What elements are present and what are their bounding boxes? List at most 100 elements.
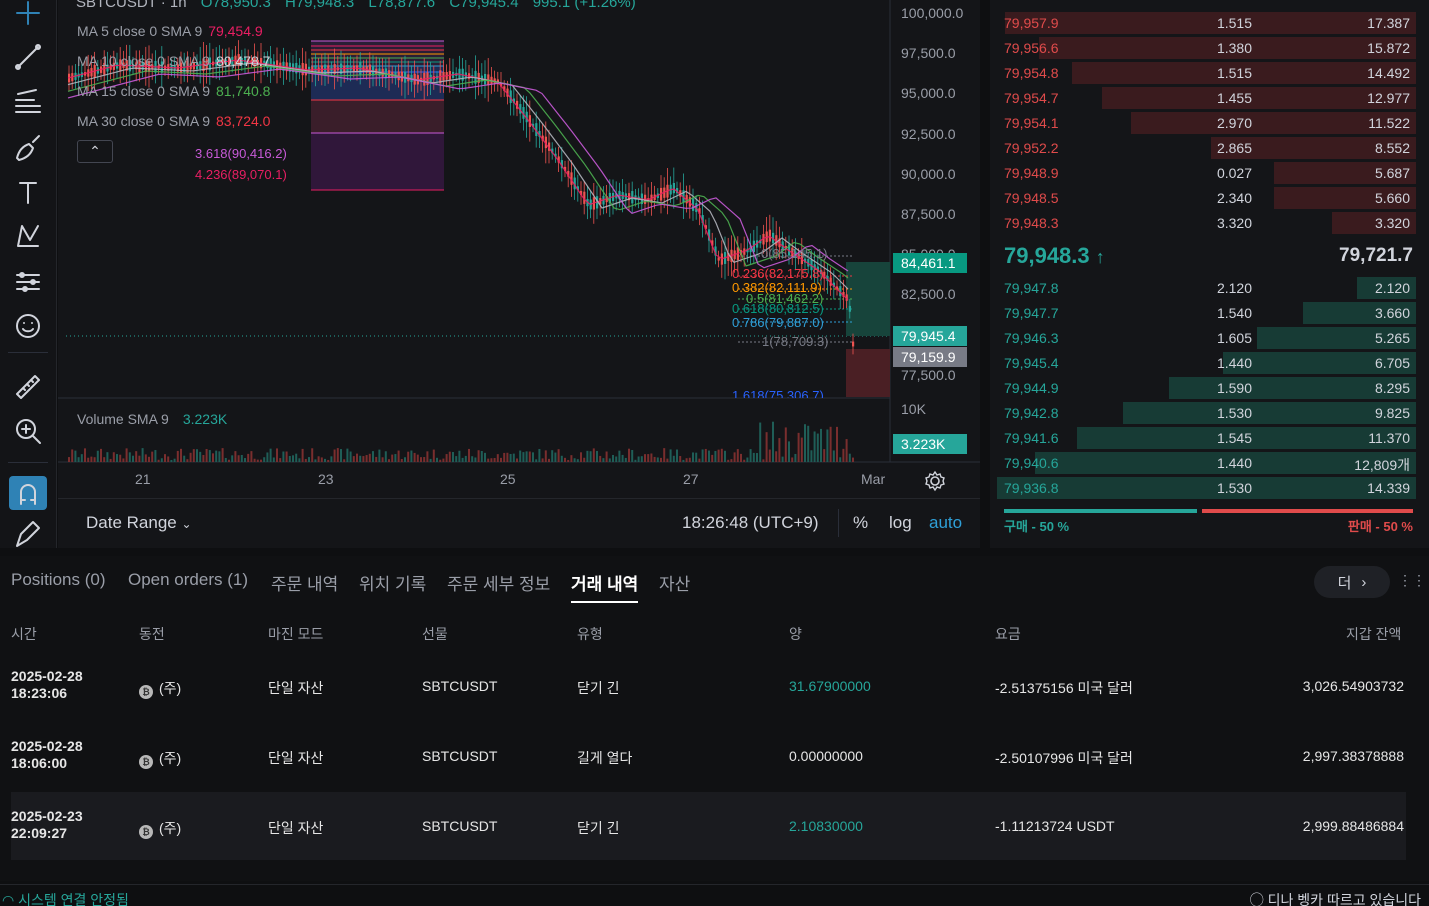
trade-fee: -1.11213724 USDT <box>995 818 1115 834</box>
trendline-icon[interactable] <box>9 40 47 74</box>
ask-row[interactable]: 79,948.9 0.027 5.687 <box>997 161 1416 185</box>
tab-open-orders[interactable]: Open orders (1) <box>128 570 248 590</box>
volume-bar <box>759 422 762 462</box>
volume-bar <box>663 448 666 462</box>
volume-bar <box>829 426 832 462</box>
volume-legend[interactable]: Volume SMA 9 3.223K <box>77 411 227 427</box>
ask-row[interactable]: 79,957.9 1.515 17.387 <box>997 11 1416 35</box>
ask-row[interactable]: 79,956.6 1.380 15.872 <box>997 36 1416 60</box>
trade-coin: ₿ (주) <box>139 818 181 839</box>
ask-qty: 1.455 <box>1216 90 1252 106</box>
volume-bar <box>810 450 813 462</box>
ohlc-open: O78,950.3 <box>200 0 271 11</box>
price-axis-label: 97,500.0 <box>901 45 956 61</box>
ruler-icon[interactable] <box>9 370 47 404</box>
bid-row[interactable]: 79,947.7 1.540 3.660 <box>997 301 1416 325</box>
bid-row[interactable]: 79,945.4 1.440 6.705 <box>997 351 1416 375</box>
connection-status[interactable]: ◠ 시스템 연결 안정됨 <box>2 890 129 906</box>
volume-bar <box>112 452 115 462</box>
forecast-icon[interactable] <box>9 265 47 299</box>
ask-row[interactable]: 79,948.5 2.340 5.660 <box>997 186 1416 210</box>
col-header-balance: 지갑 잔액 <box>1346 626 1402 642</box>
tab-order-history[interactable]: 주문 내역 <box>271 570 338 595</box>
tab-trade-history[interactable]: 거래 내역 <box>571 570 639 603</box>
table-row[interactable]: 2025-02-28 18:06:00 ₿ (주) 단일 자산 SBTCUSDT 길게 열다… <box>11 722 1406 790</box>
volume-bar <box>436 457 438 462</box>
bid-row[interactable]: 79,942.8 1.530 9.825 <box>997 401 1416 425</box>
ask-row[interactable]: 79,948.3 3.320 3.320 <box>997 211 1416 235</box>
tab-order-details[interactable]: 주문 세부 정보 <box>447 570 550 595</box>
toolbar-divider <box>8 462 48 463</box>
volume-bar <box>160 458 163 462</box>
status-right[interactable]: ◯ 디나 벵카 따르고 있습니다 <box>1250 890 1421 906</box>
bid-row[interactable]: 79,936.8 1.530 14.339 <box>997 476 1416 500</box>
table-row[interactable]: 2025-02-23 22:09:27 ₿ (주) 단일 자산 SBTCUSDT 닫기 긴 2… <box>11 792 1406 860</box>
drag-handle-icon[interactable]: ⋮⋮ <box>1398 572 1426 589</box>
volume-bar <box>535 459 538 462</box>
ask-row[interactable]: 79,954.7 1.455 12.977 <box>997 86 1416 110</box>
ma-legend-15[interactable]: MA 15 close 0 SMA 9 81,740.8 <box>77 83 270 99</box>
ask-row[interactable]: 79,952.2 2.865 8.552 <box>997 136 1416 160</box>
volume-bar <box>215 450 218 462</box>
chart-clock[interactable]: 18:26:48 (UTC+9) <box>682 513 819 533</box>
bid-row[interactable]: 79,947.8 2.120 2.120 <box>997 276 1416 300</box>
chevron-down-icon: ⌄ <box>181 517 192 531</box>
col-header-coin: 동전 <box>139 626 165 642</box>
volume-bar <box>823 449 826 462</box>
bid-row[interactable]: 79,940.6 1.440 12,809개 <box>997 451 1416 475</box>
col-header-symbol: 선물 <box>422 626 448 642</box>
bid-row[interactable]: 79,941.6 1.545 11.370 <box>997 426 1416 450</box>
fib-label: 0.786(79,887.0) <box>732 315 824 330</box>
tab-assets[interactable]: 자산 <box>659 570 690 595</box>
volume-bar <box>301 448 304 462</box>
volume-bar <box>224 457 227 462</box>
volume-bar <box>519 450 522 462</box>
volume-bar <box>532 452 534 462</box>
collapse-legend-button[interactable]: ⌃ <box>77 140 113 163</box>
volume-bar <box>173 458 176 462</box>
volume-bar <box>695 452 698 462</box>
magnet-icon[interactable] <box>9 476 47 510</box>
tab-position-history[interactable]: 위치 기록 <box>359 570 426 595</box>
ma-legend-10[interactable]: MA 10 close 0 SMA 9 80,478.7 <box>77 53 270 69</box>
bid-total: 12,809개 <box>1354 457 1410 473</box>
log-scale-button[interactable]: log <box>889 513 912 533</box>
volume-bar <box>791 457 794 462</box>
volume-bar <box>551 450 554 462</box>
percent-scale-button[interactable]: % <box>853 513 868 533</box>
volume-bar <box>852 457 854 462</box>
ask-price: 79,957.9 <box>1004 15 1059 31</box>
volume-bar <box>845 439 848 462</box>
ma-legend-30[interactable]: MA 30 close 0 SMA 9 83,724.0 <box>77 113 270 129</box>
volume-bar <box>320 457 323 462</box>
symbol-title[interactable]: SBTCUSDT · 1h <box>76 0 187 11</box>
volume-bar <box>692 452 694 462</box>
table-row[interactable]: 2025-02-28 18:23:06 ₿ (주) 단일 자산 SBTCUSDT 닫기 긴 3… <box>11 652 1406 720</box>
text-icon[interactable] <box>9 175 47 209</box>
pencil-lock-icon[interactable] <box>9 518 47 552</box>
volume-bar <box>199 451 202 462</box>
volume-bar <box>743 459 746 462</box>
ask-row[interactable]: 79,954.8 1.515 14.492 <box>997 61 1416 85</box>
gear-icon[interactable] <box>924 470 946 492</box>
volume-bar <box>292 455 294 462</box>
price-chart[interactable]: SBTCUSDT · 1h O78,950.3 H79,948.3 L78,87… <box>58 0 980 548</box>
pattern-icon[interactable] <box>9 219 47 253</box>
fib-icon[interactable] <box>9 84 47 118</box>
date-range-button[interactable]: Date Range ⌄ <box>86 513 192 533</box>
zoom-in-icon[interactable] <box>9 414 47 448</box>
bid-row[interactable]: 79,944.9 1.590 8.295 <box>997 376 1416 400</box>
auto-scale-button[interactable]: auto <box>929 513 962 533</box>
ask-row[interactable]: 79,954.1 2.970 11.522 <box>997 111 1416 135</box>
volume-bar <box>336 448 339 462</box>
more-button[interactable]: 더 › <box>1314 566 1390 598</box>
emoji-icon[interactable] <box>9 309 47 343</box>
volume-bar <box>128 452 131 462</box>
bid-price: 79,936.8 <box>1004 480 1059 496</box>
brush-icon[interactable] <box>9 130 47 164</box>
bid-row[interactable]: 79,946.3 1.605 5.265 <box>997 326 1416 350</box>
crosshair-icon[interactable] <box>9 0 47 30</box>
ma-legend-5[interactable]: MA 5 close 0 SMA 9 79,454.9 <box>77 23 263 39</box>
tab-positions[interactable]: Positions (0) <box>11 570 105 590</box>
ma-label: MA 10 close 0 SMA 9 <box>77 53 211 69</box>
